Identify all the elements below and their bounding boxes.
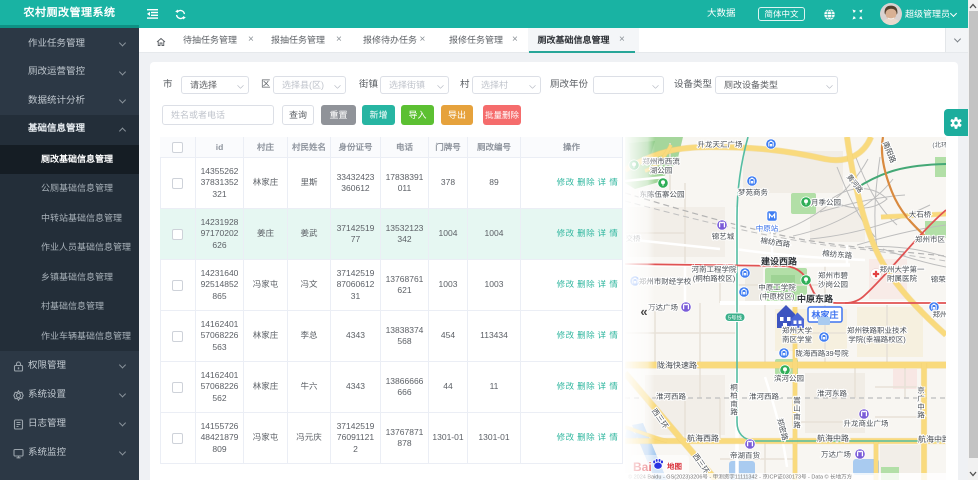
svg-text:万达广场: 万达广场 [821,450,851,459]
svg-text:淮河西路: 淮河西路 [656,392,686,401]
svg-text:航海西路: 航海西路 [687,434,719,443]
svg-text:郑州市区: 郑州市区 [915,235,945,244]
svg-text:嵩山南路: 嵩山南路 [793,396,801,430]
svg-text:升龙天汇广场: 升龙天汇广场 [698,140,743,149]
svg-text:月季公园: 月季公园 [811,198,841,207]
svg-text:建设西路: 建设西路 [761,257,798,267]
svg-text:大石桥: 大石桥 [909,210,932,219]
svg-text:郑州大学第一: 郑州大学第一 [880,265,925,274]
svg-text:附属医院: 附属医院 [887,274,917,283]
svg-text:中原站: 中原站 [756,224,779,233]
svg-text:帝湖百货: 帝湖百货 [730,451,760,460]
svg-text:© 2024 Baidu - GS(2023)3206号 -: © 2024 Baidu - GS(2023)3206号 - 甲测资字11111… [628,474,853,480]
svg-text:淮河西路: 淮河西路 [749,392,779,401]
svg-text:中原工学院: 中原工学院 [758,283,796,292]
svg-text:沙岗公园: 沙岗公园 [818,280,848,289]
svg-text:京广中路: 京广中路 [917,386,925,420]
svg-text:梦苑商务: 梦苑商务 [738,188,768,197]
svg-text:(北环): (北环) [932,141,946,149]
svg-text:学院(幸福路校区): 学院(幸福路校区) [848,335,906,344]
svg-text:«: « [640,304,647,319]
svg-text:锦艺城: 锦艺城 [712,232,735,241]
svg-text:锦荣广: 锦荣广 [931,275,946,284]
svg-text:滨河公园: 滨河公园 [774,374,804,383]
svg-text:中原东路: 中原东路 [797,294,834,304]
svg-text:桐柏南路: 桐柏南路 [730,383,738,417]
svg-text:郑州市碧: 郑州市碧 [818,271,848,280]
svg-text:航海中路: 航海中路 [918,435,946,444]
svg-text:淮河东路: 淮河东路 [817,389,847,398]
svg-text:升龙商业广场: 升龙商业广场 [844,419,889,428]
svg-text:陇海快速路: 陇海快速路 [657,361,697,370]
svg-text:郑州大学: 郑州大学 [782,326,812,335]
svg-text:5号线: 5号线 [728,315,743,322]
svg-text:地图: 地图 [667,462,682,471]
svg-text:郑州: 郑州 [933,310,947,319]
svg-text:(桐柏路校区): (桐柏路校区) [693,274,736,283]
svg-text:航海中路: 航海中路 [817,434,849,443]
svg-text:郑州铁路职业技术: 郑州铁路职业技术 [847,326,907,335]
svg-text:陇海西路39号院: 陇海西路39号院 [795,349,849,358]
svg-text:(中原校区): (中原校区) [760,292,795,301]
svg-text:河南工程学院: 河南工程学院 [692,265,737,274]
svg-text:南区学堂: 南区学堂 [782,335,812,344]
